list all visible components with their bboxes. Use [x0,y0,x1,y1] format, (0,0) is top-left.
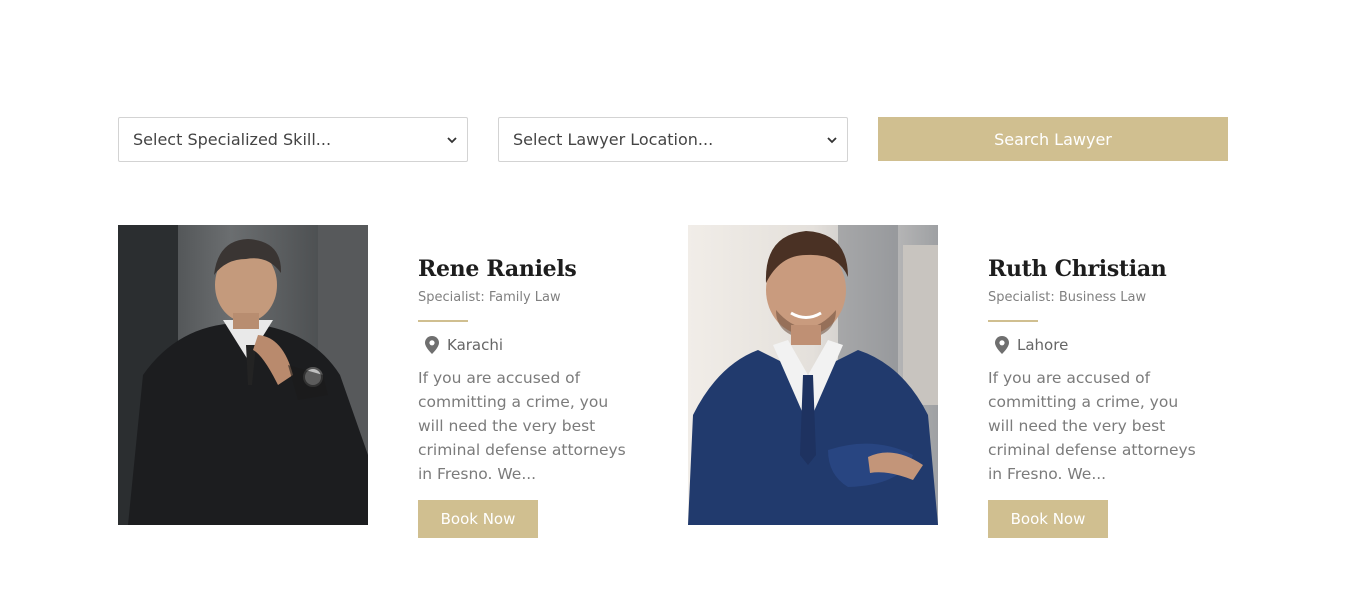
specialized-skill-select-value: Select Specialized Skill... [133,130,332,149]
lawyer-info: Rene Raniels Specialist: Family Law Kara… [418,255,638,538]
search-lawyer-button[interactable]: Search Lawyer [878,117,1228,161]
lawyer-search-bar: Select Specialized Skill... Select Lawye… [118,117,1228,162]
lawyer-specialty: Specialist: Family Law [418,290,561,305]
lawyer-name[interactable]: Ruth Christian [988,255,1208,283]
chevron-down-icon [447,137,457,144]
lawyer-location-select-value: Select Lawyer Location... [513,130,714,149]
accent-divider [418,320,468,322]
lawyer-location: Karachi [418,334,638,356]
lawyer-location: Lahore [988,334,1208,356]
lawyer-location-text: Lahore [1017,336,1069,354]
map-pin-icon [425,336,439,354]
accent-divider [988,320,1038,322]
lawyer-description: If you are accused of committing a crime… [988,369,1196,483]
lawyer-card: Ruth Christian Specialist: Business Law … [688,225,1208,545]
specialized-skill-select[interactable]: Select Specialized Skill... [118,117,468,162]
lawyer-location-select[interactable]: Select Lawyer Location... [498,117,848,162]
lawyer-name[interactable]: Rene Raniels [418,255,638,283]
lawyer-location-text: Karachi [447,336,504,354]
book-now-button[interactable]: Book Now [418,500,538,538]
lawyer-portrait-image [688,225,938,525]
lawyer-card: Rene Raniels Specialist: Family Law Kara… [118,225,638,545]
lawyer-info: Ruth Christian Specialist: Business Law … [988,255,1208,538]
lawyer-description: If you are accused of committing a crime… [418,369,626,483]
lawyer-portrait-image [118,225,368,525]
chevron-down-icon [827,137,837,144]
lawyer-photo [118,225,368,525]
map-pin-icon [995,336,1009,354]
lawyer-photo [688,225,938,525]
book-now-button[interactable]: Book Now [988,500,1108,538]
lawyer-specialty: Specialist: Business Law [988,290,1147,305]
